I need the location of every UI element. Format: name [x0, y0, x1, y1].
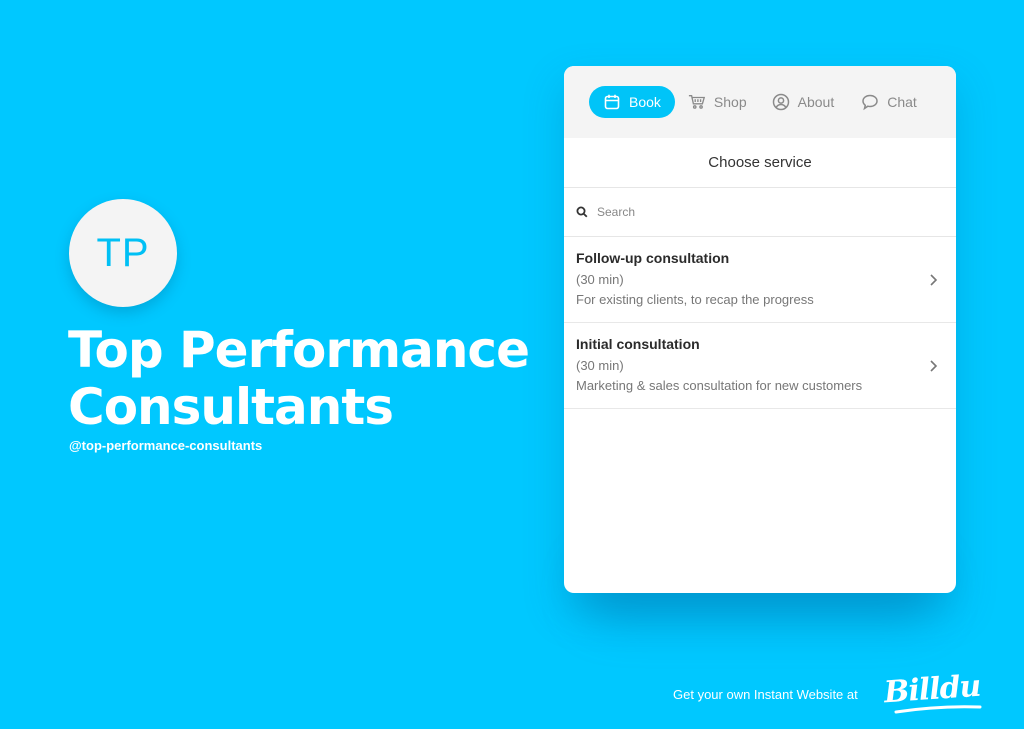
tab-chat[interactable]: Chat	[861, 86, 917, 118]
brand-avatar: TP	[69, 199, 177, 307]
calendar-icon	[604, 94, 620, 110]
avatar-initials: TP	[96, 230, 150, 275]
service-duration: (30 min)	[576, 358, 624, 373]
service-item[interactable]: Follow-up consultation (30 min) For exis…	[564, 237, 956, 323]
service-name: Follow-up consultation	[576, 250, 730, 266]
chevron-right-icon	[930, 360, 938, 372]
chat-bubble-icon	[862, 94, 878, 111]
booking-widget: Book Shop About Chat Choose service Sear…	[564, 66, 956, 593]
tab-shop[interactable]: Shop	[688, 86, 747, 118]
tab-chat-label: Chat	[887, 94, 917, 110]
brand-title: Top Performance Consultants	[68, 321, 530, 436]
search-bar[interactable]	[564, 188, 956, 237]
section-title: Choose service	[564, 138, 956, 188]
brand-handle: @top-performance-consultants	[69, 438, 263, 453]
footer-promo-text: Get your own Instant Website at	[673, 687, 858, 702]
service-duration: (30 min)	[576, 272, 624, 287]
tab-about-label: About	[797, 94, 835, 110]
search-icon	[576, 206, 588, 218]
tab-book-label: Book	[629, 94, 661, 110]
user-circle-icon	[772, 93, 789, 111]
cart-icon	[688, 95, 706, 109]
service-description: For existing clients, to recap the progr…	[576, 292, 814, 307]
tab-about[interactable]: About	[772, 86, 835, 118]
tab-shop-label: Shop	[713, 94, 747, 110]
logo-swoosh-icon	[894, 705, 982, 714]
tab-book[interactable]: Book	[589, 86, 675, 118]
search-input[interactable]	[597, 205, 897, 219]
service-description: Marketing & sales consultation for new c…	[576, 378, 863, 393]
service-name: Initial consultation	[576, 336, 700, 352]
tab-bar: Book Shop About Chat	[564, 66, 956, 138]
chevron-right-icon	[930, 274, 938, 286]
page: TP Top Performance Consultants @top-perf…	[0, 0, 1024, 729]
service-item[interactable]: Initial consultation (30 min) Marketing …	[564, 323, 956, 409]
